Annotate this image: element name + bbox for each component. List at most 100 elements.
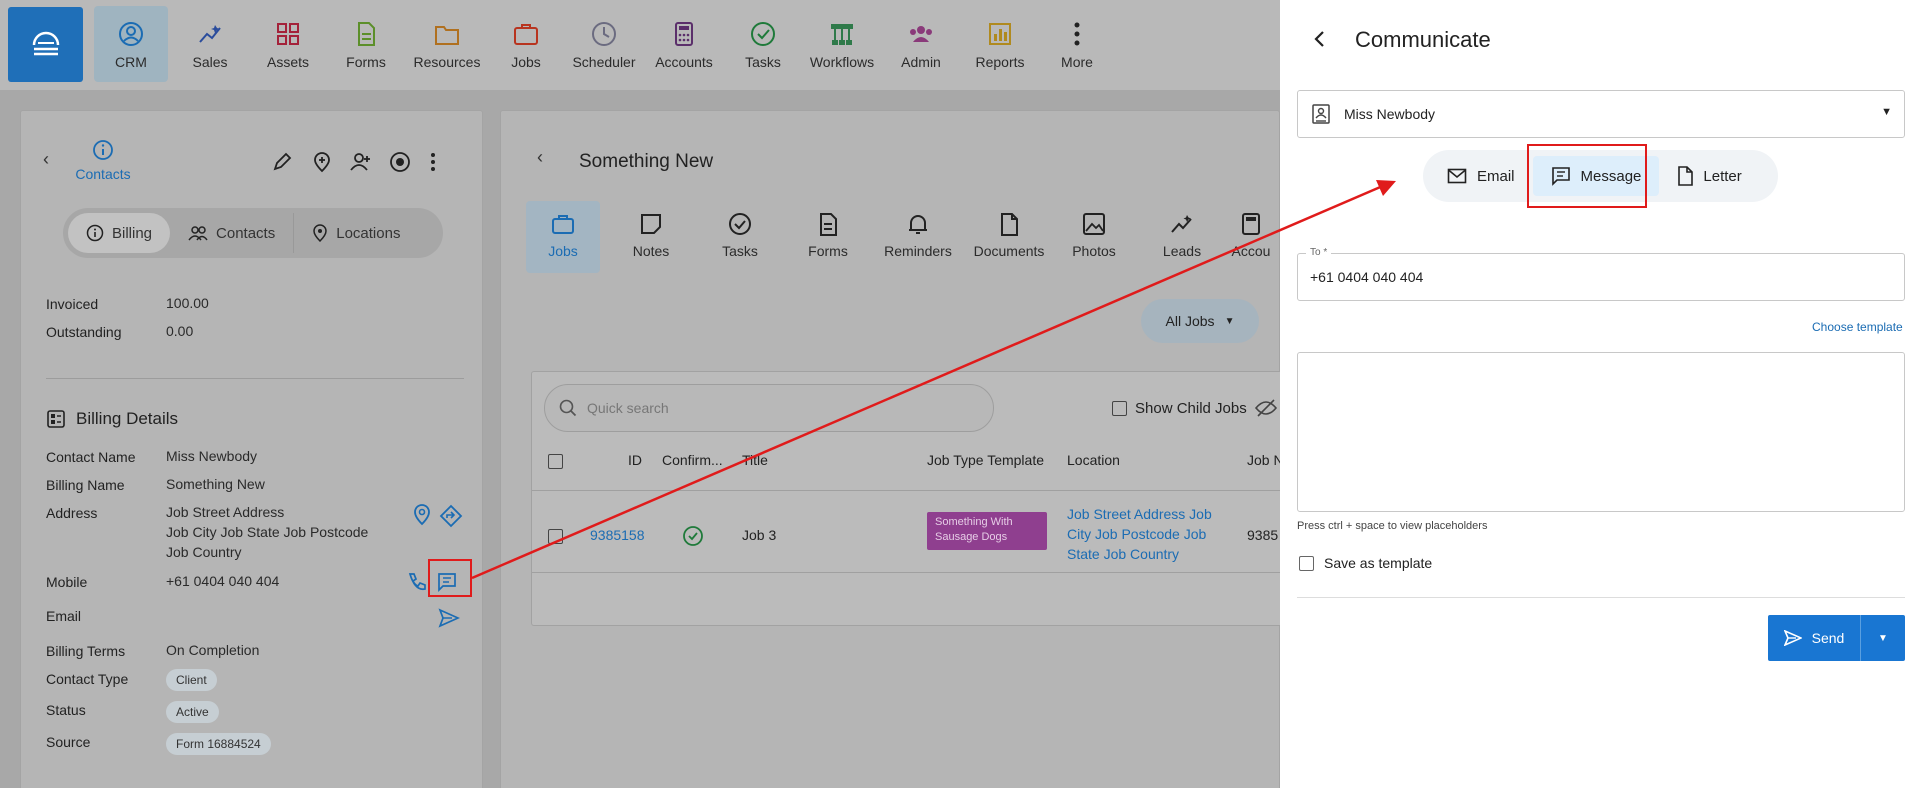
invoiced-label: Invoiced: [46, 296, 99, 312]
directions-icon[interactable]: [439, 504, 463, 528]
phone-call-icon[interactable]: [406, 571, 428, 593]
job-title: Job 3: [742, 527, 777, 543]
source-chip: Form 16884524: [166, 733, 271, 755]
show-child-checkbox[interactable]: [1112, 401, 1127, 416]
back-chevron-icon[interactable]: ‹: [537, 147, 543, 168]
choose-template-link[interactable]: Choose template: [1812, 320, 1903, 334]
channel-label: Letter: [1703, 167, 1742, 185]
nav-label: Accounts: [655, 54, 713, 70]
send-email-icon[interactable]: [438, 608, 460, 628]
segment-label: Contacts: [216, 224, 276, 242]
status-chip: Active: [166, 701, 219, 723]
highlight-box: [428, 559, 472, 597]
contacts-back-link[interactable]: Contacts: [73, 139, 133, 182]
outstanding-value: 0.00: [166, 323, 194, 339]
nav-accounts[interactable]: Accounts: [647, 6, 721, 82]
nav-workflows[interactable]: Workflows: [805, 6, 879, 82]
visibility-off-icon[interactable]: [1254, 396, 1278, 420]
contact-type-label: Contact Type: [46, 671, 129, 687]
tab-notes[interactable]: Notes: [614, 201, 688, 273]
nav-label: Jobs: [511, 54, 541, 70]
segment-locations[interactable]: Locations: [294, 213, 418, 253]
nav-reports[interactable]: Reports: [963, 6, 1037, 82]
nav-more[interactable]: More: [1040, 6, 1114, 82]
tab-forms[interactable]: Forms: [791, 201, 865, 273]
map-pin-icon[interactable]: [413, 504, 431, 526]
col-title[interactable]: Title: [742, 452, 768, 468]
tab-photos[interactable]: Photos: [1057, 201, 1131, 273]
nav-tasks[interactable]: Tasks: [726, 6, 800, 82]
nav-scheduler[interactable]: Scheduler: [567, 6, 641, 82]
filter-label: All Jobs: [1165, 313, 1215, 329]
nav-crm[interactable]: CRM: [94, 6, 168, 82]
status-label: Status: [46, 702, 86, 718]
contact-detail-panel: ‹ Something New Jobs Notes Tasks Forms R…: [500, 110, 1291, 788]
nav-assets[interactable]: Assets: [251, 6, 325, 82]
tab-label: Accou: [1231, 243, 1271, 259]
select-all-checkbox[interactable]: [548, 454, 563, 469]
row-checkbox[interactable]: [548, 529, 563, 544]
col-id[interactable]: ID: [628, 452, 642, 468]
segment-contacts[interactable]: Contacts: [170, 213, 293, 253]
jobs-icon: [552, 215, 574, 234]
nav-resources[interactable]: Resources: [410, 6, 484, 82]
tab-accounts[interactable]: Accou: [1221, 201, 1281, 273]
edit-icon[interactable]: [271, 151, 293, 173]
channel-label: Email: [1477, 167, 1515, 185]
send-button[interactable]: Send: [1768, 615, 1860, 661]
job-location-link[interactable]: Job Street Address Job City Job Postcode…: [1067, 504, 1212, 564]
tasks-icon: [751, 22, 775, 46]
contact-name-label: Contact Name: [46, 449, 136, 465]
job-id-link[interactable]: 9385158: [590, 527, 645, 543]
back-chevron-icon[interactable]: ‹: [43, 149, 49, 170]
tab-leads[interactable]: Leads: [1145, 201, 1219, 273]
crm-icon: [119, 22, 143, 46]
nav-label: Resources: [413, 54, 481, 70]
col-location[interactable]: Location: [1067, 452, 1120, 468]
quick-search-input[interactable]: Quick search: [544, 384, 994, 432]
add-person-icon[interactable]: [349, 151, 373, 173]
notes-icon: [641, 214, 661, 234]
kebab-menu-icon[interactable]: [426, 151, 440, 173]
forms-icon: [358, 22, 375, 46]
nav-forms[interactable]: Forms: [329, 6, 403, 82]
segment-label: Billing: [112, 224, 153, 242]
to-field[interactable]: To * +61 0404 040 404: [1297, 247, 1905, 301]
nav-label: Scheduler: [572, 54, 636, 70]
tab-label: Notes: [632, 243, 670, 259]
all-jobs-filter[interactable]: All Jobs ▼: [1141, 299, 1259, 343]
channel-letter[interactable]: Letter: [1659, 156, 1759, 196]
col-confirmed[interactable]: Confirm...: [662, 452, 723, 468]
nav-sales[interactable]: Sales: [173, 6, 247, 82]
tab-jobs[interactable]: Jobs: [526, 201, 600, 273]
admin-icon: [910, 26, 932, 42]
contact-select[interactable]: Miss Newbody ▼: [1297, 90, 1905, 138]
caret-down-icon: ▼: [1224, 315, 1235, 327]
add-location-icon[interactable]: [311, 151, 333, 173]
tab-tasks[interactable]: Tasks: [703, 201, 777, 273]
save-as-template[interactable]: Save as template: [1299, 555, 1432, 571]
channel-email[interactable]: Email: [1429, 156, 1533, 196]
nav-label: Workflows: [809, 54, 875, 70]
source-label: Source: [46, 734, 91, 750]
col-job-type-template[interactable]: Job Type Template: [927, 452, 1044, 468]
segment-billing[interactable]: Billing: [68, 213, 171, 253]
send-options-button[interactable]: ▼: [1860, 615, 1905, 661]
back-arrow-icon[interactable]: [1312, 30, 1328, 48]
nav-admin[interactable]: Admin: [884, 6, 958, 82]
message-textarea[interactable]: [1297, 352, 1905, 512]
save-template-label: Save as template: [1324, 555, 1433, 571]
location-line: State Job Country: [1067, 546, 1180, 562]
merge-icon[interactable]: [389, 151, 411, 173]
col-job-number[interactable]: Job N: [1247, 452, 1284, 468]
show-child-jobs-toggle[interactable]: Show Child Jobs: [1112, 400, 1247, 417]
billing-terms-value: On Completion: [166, 642, 260, 658]
segment-label: Locations: [336, 224, 401, 242]
tab-reminders[interactable]: Reminders: [879, 201, 957, 273]
reports-icon: [989, 23, 1011, 45]
section-divider: [46, 378, 464, 379]
save-template-checkbox[interactable]: [1299, 555, 1314, 571]
tab-documents[interactable]: Documents: [967, 201, 1051, 273]
app-logo[interactable]: [8, 7, 83, 82]
nav-jobs[interactable]: Jobs: [489, 6, 563, 82]
